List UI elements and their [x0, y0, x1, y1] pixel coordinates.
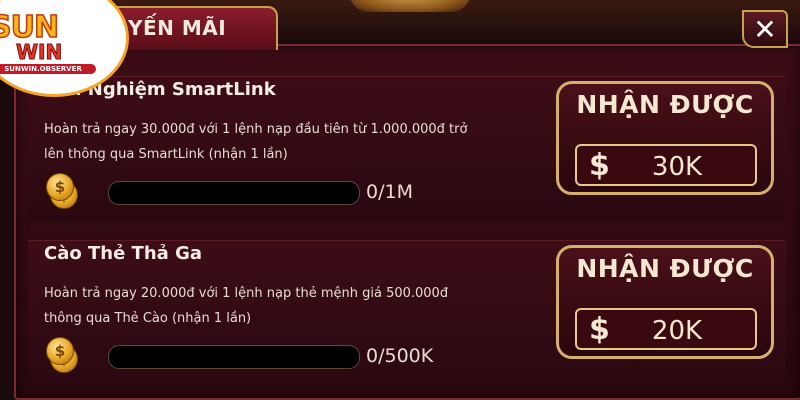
top-ornament	[350, 0, 470, 12]
reward-amount: 30K	[651, 152, 703, 182]
promotion-description-line: Hoàn trả ngay 20.000đ với 1 lệnh nạp thẻ…	[44, 286, 449, 301]
coin-stack-icon: $ $	[46, 173, 78, 209]
close-icon: ✕	[753, 12, 777, 46]
reward-label: NHẬN ĐƯỢC	[576, 254, 754, 283]
promotion-description-line: lên thông qua SmartLink (nhận 1 lần)	[44, 147, 288, 162]
close-button[interactable]: ✕	[742, 10, 788, 48]
coin-stack-icon: $ $	[46, 337, 78, 373]
promotion-description: Hoàn trả ngay 30.000đ với 1 lệnh nạp đầu…	[44, 117, 574, 167]
promotion-description: Hoàn trả ngay 20.000đ với 1 lệnh nạp thẻ…	[44, 281, 574, 331]
progress-text: 0/500K	[366, 345, 434, 367]
reward-value-box: $ 30K	[575, 144, 757, 186]
dollar-icon: $	[589, 312, 610, 347]
progress-bar	[108, 181, 360, 205]
promotion-title: Cào Thẻ Thả Ga	[44, 243, 202, 264]
reward-value-box: $ 20K	[575, 308, 757, 350]
logo-wordmark-bottom: WIN	[15, 40, 63, 65]
promotion-card-smartlink: Trải Nghiệm SmartLink Hoàn trả ngay 30.0…	[28, 76, 786, 223]
progress-text: 0/1M	[366, 181, 413, 203]
promotion-description-line: thông qua Thẻ Cào (nhận 1 lần)	[44, 311, 252, 326]
dollar-icon: $	[589, 148, 610, 183]
reward-label: NHẬN ĐƯỢC	[576, 90, 754, 119]
reward-amount: 20K	[651, 316, 703, 346]
promotion-description-line: Hoàn trả ngay 30.000đ với 1 lệnh nạp đầu…	[44, 122, 468, 137]
reward-box[interactable]: NHẬN ĐƯỢC $ 20K	[556, 245, 774, 359]
logo-site-url: SUNWIN.OBSERVER	[0, 64, 96, 74]
tab-promotions-label: YẾN MÃI	[128, 16, 227, 40]
reward-box[interactable]: NHẬN ĐƯỢC $ 30K	[556, 81, 774, 195]
promotion-card-scratch: Cào Thẻ Thả Ga Hoàn trả ngay 20.000đ với…	[28, 240, 786, 387]
progress-bar	[108, 345, 360, 369]
